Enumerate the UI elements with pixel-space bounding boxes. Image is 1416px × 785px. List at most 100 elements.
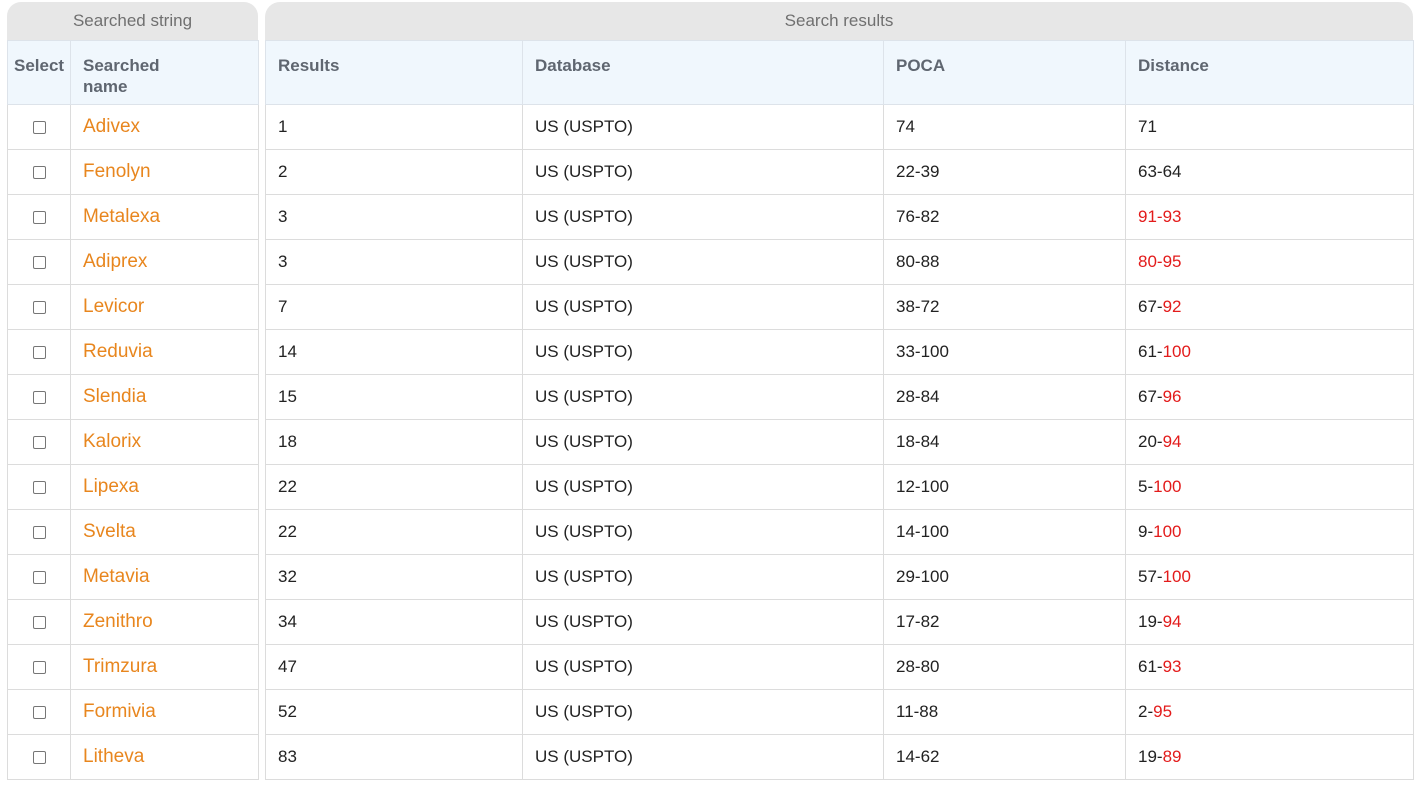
database-cell: US (USPTO) — [523, 465, 884, 510]
database-cell: US (USPTO) — [523, 105, 884, 150]
distance-high: 94 — [1163, 432, 1182, 451]
distance-cell: 80-95 — [1126, 240, 1414, 285]
searched-row: Levicor — [8, 285, 259, 330]
searched-row: Slendia — [8, 375, 259, 420]
poca-cell: 12-100 — [884, 465, 1126, 510]
searched-string-table: Select Searched name AdivexFenolynMetale… — [7, 40, 259, 780]
distance-cell: 9-100 — [1126, 510, 1414, 555]
select-checkbox[interactable] — [33, 436, 46, 449]
searched-name-cell: Litheva — [71, 735, 259, 780]
distance-cell: 61-100 — [1126, 330, 1414, 375]
select-checkbox[interactable] — [33, 661, 46, 674]
select-cell — [8, 330, 71, 375]
select-checkbox[interactable] — [33, 751, 46, 764]
select-checkbox[interactable] — [33, 121, 46, 134]
database-cell: US (USPTO) — [523, 150, 884, 195]
searched-name-link[interactable]: Slendia — [83, 386, 146, 407]
distance-high: 100 — [1153, 522, 1181, 541]
select-checkbox[interactable] — [33, 211, 46, 224]
database-cell: US (USPTO) — [523, 555, 884, 600]
select-cell — [8, 600, 71, 645]
select-checkbox[interactable] — [33, 391, 46, 404]
distance-high: 89 — [1163, 747, 1182, 766]
column-header-database[interactable]: Database — [523, 41, 884, 105]
distance-high: 95 — [1153, 702, 1172, 721]
result-row: 2US (USPTO)22-3963-64 — [266, 150, 1414, 195]
select-cell — [8, 420, 71, 465]
select-checkbox[interactable] — [33, 346, 46, 359]
select-cell — [8, 735, 71, 780]
searched-name-link[interactable]: Metavia — [83, 566, 150, 587]
poca-cell: 38-72 — [884, 285, 1126, 330]
database-cell: US (USPTO) — [523, 330, 884, 375]
searched-name-link[interactable]: Reduvia — [83, 341, 153, 362]
searched-name-cell: Zenithro — [71, 600, 259, 645]
distance-low: 19 — [1138, 612, 1157, 631]
database-cell: US (USPTO) — [523, 420, 884, 465]
searched-name-cell: Svelta — [71, 510, 259, 555]
select-cell — [8, 510, 71, 555]
distance-low: 91 — [1138, 207, 1157, 226]
searched-row: Metalexa — [8, 195, 259, 240]
searched-name-link[interactable]: Zenithro — [83, 611, 153, 632]
select-checkbox[interactable] — [33, 166, 46, 179]
select-cell — [8, 645, 71, 690]
results-cell: 14 — [266, 330, 523, 375]
select-checkbox[interactable] — [33, 706, 46, 719]
searched-string-panel: Searched string Select Searched name Adi… — [7, 0, 258, 780]
select-cell — [8, 240, 71, 285]
select-checkbox[interactable] — [33, 481, 46, 494]
searched-string-title: Searched string — [7, 2, 258, 40]
results-cell: 3 — [266, 195, 523, 240]
poca-cell: 74 — [884, 105, 1126, 150]
distance-low: 67 — [1138, 387, 1157, 406]
searched-row: Reduvia — [8, 330, 259, 375]
result-row: 32US (USPTO)29-10057-100 — [266, 555, 1414, 600]
searched-name-link[interactable]: Levicor — [83, 296, 144, 317]
searched-name-link[interactable]: Metalexa — [83, 206, 160, 227]
distance-high: 93 — [1163, 657, 1182, 676]
searched-row: Svelta — [8, 510, 259, 555]
searched-name-link[interactable]: Formivia — [83, 701, 156, 722]
column-header-poca[interactable]: POCA — [884, 41, 1126, 105]
searched-name-link[interactable]: Adiprex — [83, 251, 147, 272]
results-cell: 7 — [266, 285, 523, 330]
searched-name-link[interactable]: Litheva — [83, 746, 144, 767]
select-checkbox[interactable] — [33, 571, 46, 584]
select-cell — [8, 195, 71, 240]
select-checkbox[interactable] — [33, 526, 46, 539]
poca-cell: 14-100 — [884, 510, 1126, 555]
result-row: 15US (USPTO)28-8467-96 — [266, 375, 1414, 420]
results-cell: 22 — [266, 510, 523, 555]
database-cell: US (USPTO) — [523, 375, 884, 420]
database-cell: US (USPTO) — [523, 735, 884, 780]
poca-cell: 28-80 — [884, 645, 1126, 690]
database-cell: US (USPTO) — [523, 645, 884, 690]
distance-low: 61 — [1138, 342, 1157, 361]
column-header-distance[interactable]: Distance — [1126, 41, 1414, 105]
select-checkbox[interactable] — [33, 301, 46, 314]
searched-name-link[interactable]: Lipexa — [83, 476, 139, 497]
searched-name-link[interactable]: Svelta — [83, 521, 136, 542]
distance-cell: 71 — [1126, 105, 1414, 150]
searched-name-link[interactable]: Adivex — [83, 116, 140, 137]
distance-cell: 19-94 — [1126, 600, 1414, 645]
select-checkbox[interactable] — [33, 256, 46, 269]
select-checkbox[interactable] — [33, 616, 46, 629]
searched-name-cell: Metavia — [71, 555, 259, 600]
column-header-results[interactable]: Results — [266, 41, 523, 105]
result-row: 3US (USPTO)80-8880-95 — [266, 240, 1414, 285]
results-cell: 3 — [266, 240, 523, 285]
results-cell: 2 — [266, 150, 523, 195]
distance-cell: 2-95 — [1126, 690, 1414, 735]
result-row: 83US (USPTO)14-6219-89 — [266, 735, 1414, 780]
searched-name-link[interactable]: Kalorix — [83, 431, 141, 452]
searched-name-link[interactable]: Fenolyn — [83, 161, 151, 182]
result-row: 14US (USPTO)33-10061-100 — [266, 330, 1414, 375]
distance-high: 93 — [1163, 207, 1182, 226]
distance-high: 64 — [1163, 162, 1182, 181]
distance-high: 100 — [1163, 567, 1191, 586]
select-cell — [8, 150, 71, 195]
searched-name-link[interactable]: Trimzura — [83, 656, 157, 677]
search-results-title: Search results — [265, 2, 1413, 40]
